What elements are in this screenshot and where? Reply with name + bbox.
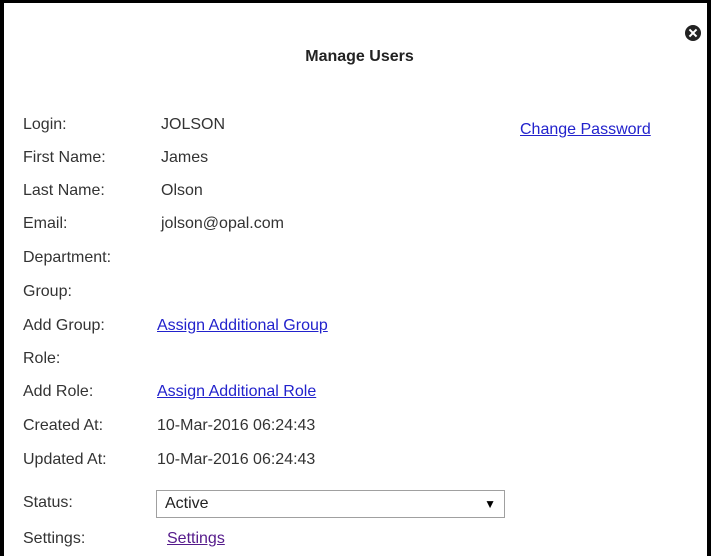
- created-at-label: Created At:: [23, 417, 104, 434]
- updated-at-label: Updated At:: [23, 451, 107, 468]
- status-select[interactable]: Active ▼: [156, 490, 505, 518]
- first-name-label: First Name:: [23, 149, 106, 166]
- login-value: JOLSON: [161, 116, 226, 133]
- last-name-label: Last Name:: [23, 182, 105, 199]
- last-name-value: Olson: [161, 182, 203, 199]
- settings-label: Settings:: [23, 530, 86, 547]
- close-icon[interactable]: [685, 25, 701, 41]
- add-group-label: Add Group:: [23, 317, 105, 334]
- status-selected-value: Active: [165, 495, 209, 512]
- department-label: Department:: [23, 249, 112, 266]
- email-label: Email:: [23, 215, 68, 232]
- updated-at-value: 10-Mar-2016 06:24:43: [157, 451, 316, 468]
- assign-additional-group-link[interactable]: Assign Additional Group: [157, 316, 328, 336]
- email-value: jolson@opal.com: [161, 215, 284, 232]
- first-name-value: James: [161, 149, 209, 166]
- assign-additional-role-link[interactable]: Assign Additional Role: [157, 382, 316, 402]
- manage-users-dialog: Manage Users Change Password Login: JOLS…: [0, 0, 711, 556]
- created-at-value: 10-Mar-2016 06:24:43: [157, 417, 316, 434]
- dropdown-arrow-icon: ▼: [484, 497, 496, 511]
- role-label: Role:: [23, 350, 61, 367]
- add-role-label: Add Role:: [23, 383, 94, 400]
- settings-link[interactable]: Settings: [167, 529, 225, 549]
- change-password-link[interactable]: Change Password: [520, 121, 651, 139]
- dialog-title: Manage Users: [305, 48, 414, 65]
- group-label: Group:: [23, 283, 72, 300]
- login-label: Login:: [23, 116, 67, 133]
- status-label: Status:: [23, 494, 73, 511]
